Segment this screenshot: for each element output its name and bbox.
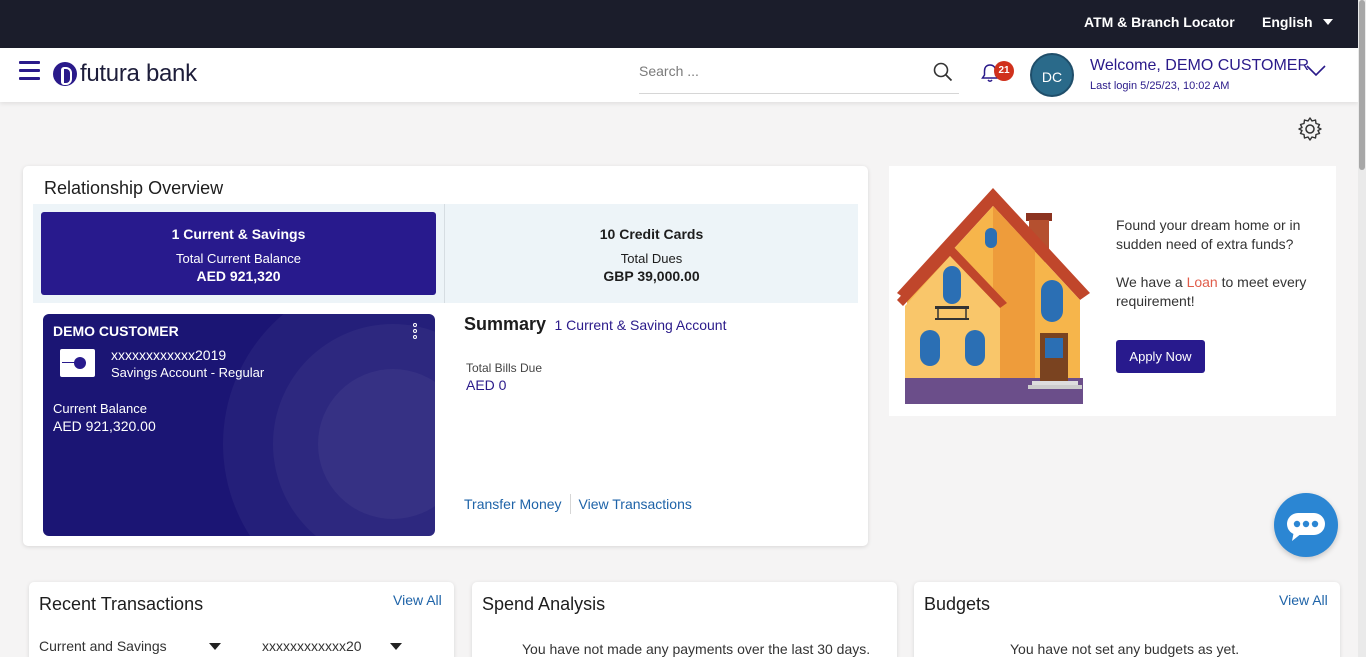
logo-mark-icon (53, 62, 77, 86)
promo-headline: Found your dream home or in sudden need … (1116, 217, 1301, 252)
promo-body-pre: We have a (1116, 274, 1187, 290)
search-icon[interactable] (933, 62, 953, 87)
loan-promo-banner: Found your dream home or in sudden need … (889, 166, 1336, 416)
summary-title: Summary (464, 314, 547, 334)
bank-logo[interactable]: futura bank (53, 60, 197, 88)
empty-state-message: You have not set any budgets as yet. (1010, 641, 1240, 657)
house-illustration (897, 188, 1090, 404)
chevron-down-icon (208, 642, 221, 650)
atm-branch-locator-link[interactable]: ATM & Branch Locator (1084, 14, 1235, 30)
account-number: xxxxxxxxxxxx2019 (111, 347, 227, 363)
more-options-icon[interactable] (413, 323, 417, 341)
bills-due-label: Total Bills Due (466, 361, 543, 375)
tab-sub-label: Total Dues (620, 251, 683, 266)
account-card[interactable]: DEMO CUSTOMER xxxxxxxxxxxx2019 Savings A… (43, 314, 435, 536)
loan-highlight: Loan (1186, 274, 1218, 290)
view-transactions-link[interactable]: View Transactions (579, 496, 700, 514)
view-all-link[interactable]: View All (393, 592, 442, 608)
card-chip-icon (60, 349, 95, 377)
view-all-link[interactable]: View All (1279, 592, 1328, 608)
page-scrollbar[interactable] (1358, 0, 1366, 657)
top-utility-bar: ATM & Branch Locator English (0, 0, 1358, 48)
tab-credit-cards[interactable]: 10 Credit Cards Total Dues GBP 39,000.00 (444, 204, 858, 303)
transfer-money-link[interactable]: Transfer Money (464, 496, 570, 514)
scrollbar-thumb[interactable] (1359, 0, 1365, 170)
account-number-select[interactable]: xxxxxxxxxxxx20 (262, 638, 402, 654)
account-type-select[interactable]: Current and Savings (39, 638, 221, 654)
search-input[interactable] (639, 58, 919, 84)
main-header: futura bank 21 DC Welcome, DEMO CUSTOMER… (0, 48, 1358, 102)
notifications-button[interactable]: 21 (981, 61, 1014, 88)
bills-due-value: AED 0 (466, 377, 507, 393)
promo-body: We have a Loan to meet every requirement… (1116, 273, 1326, 311)
apply-now-button[interactable]: Apply Now (1116, 340, 1205, 373)
card-title: Recent Transactions (39, 594, 204, 614)
chevron-down-icon (389, 642, 402, 650)
relationship-overview-panel: Relationship Overview 1 Current & Saving… (23, 166, 868, 546)
summary-header: Summary 1 Current & Saving Account (464, 314, 727, 335)
account-type: Savings Account - Regular (111, 365, 265, 380)
chat-bubble-icon (1287, 513, 1325, 541)
empty-state-message: You have not made any payments over the … (522, 641, 871, 657)
gear-icon[interactable] (1297, 116, 1323, 147)
last-login-text: Last login 5/25/23, 10:02 AM (1090, 80, 1230, 92)
balance-value: AED 921,320.00 (53, 418, 156, 434)
spend-analysis-card: Spend Analysis You have not made any pay… (472, 582, 897, 657)
chevron-down-icon[interactable] (1306, 64, 1326, 82)
summary-subtitle: 1 Current & Saving Account (554, 317, 727, 333)
tab-sub-label: Total Current Balance (175, 251, 301, 266)
avatar[interactable]: DC (1030, 53, 1074, 97)
tab-value: GBP 39,000.00 (603, 268, 700, 284)
notification-count-badge: 21 (994, 61, 1014, 81)
select-value: Current and Savings (39, 638, 167, 654)
hamburger-menu-icon[interactable] (19, 61, 40, 80)
card-title: Budgets (924, 594, 991, 614)
card-title: Spend Analysis (482, 594, 606, 614)
tab-current-savings[interactable]: 1 Current & Savings Total Current Balanc… (41, 212, 436, 295)
search-box (639, 58, 959, 94)
quick-links: Transfer Money View Transactions (464, 494, 700, 514)
overview-tabs: 1 Current & Savings Total Current Balanc… (33, 204, 858, 303)
tab-title: 10 Credit Cards (599, 226, 704, 242)
language-selector[interactable]: English (1262, 14, 1313, 30)
recent-transactions-card: Recent Transactions View All Current and… (29, 582, 454, 657)
logo-text: futura bank (80, 60, 197, 87)
customer-name: DEMO CUSTOMER (53, 323, 179, 339)
chevron-down-icon[interactable] (1323, 19, 1333, 25)
select-value: xxxxxxxxxxxx20 (262, 638, 362, 654)
chat-bot-button[interactable] (1274, 493, 1338, 557)
tab-title: 1 Current & Savings (171, 226, 306, 242)
link-divider (569, 494, 571, 514)
tab-value: AED 921,320 (196, 268, 281, 284)
balance-label: Current Balance (53, 401, 147, 416)
welcome-text[interactable]: Welcome, DEMO CUSTOMER (1090, 57, 1309, 75)
budgets-card: Budgets View All You have not set any bu… (914, 582, 1340, 657)
panel-title: Relationship Overview (44, 178, 224, 198)
